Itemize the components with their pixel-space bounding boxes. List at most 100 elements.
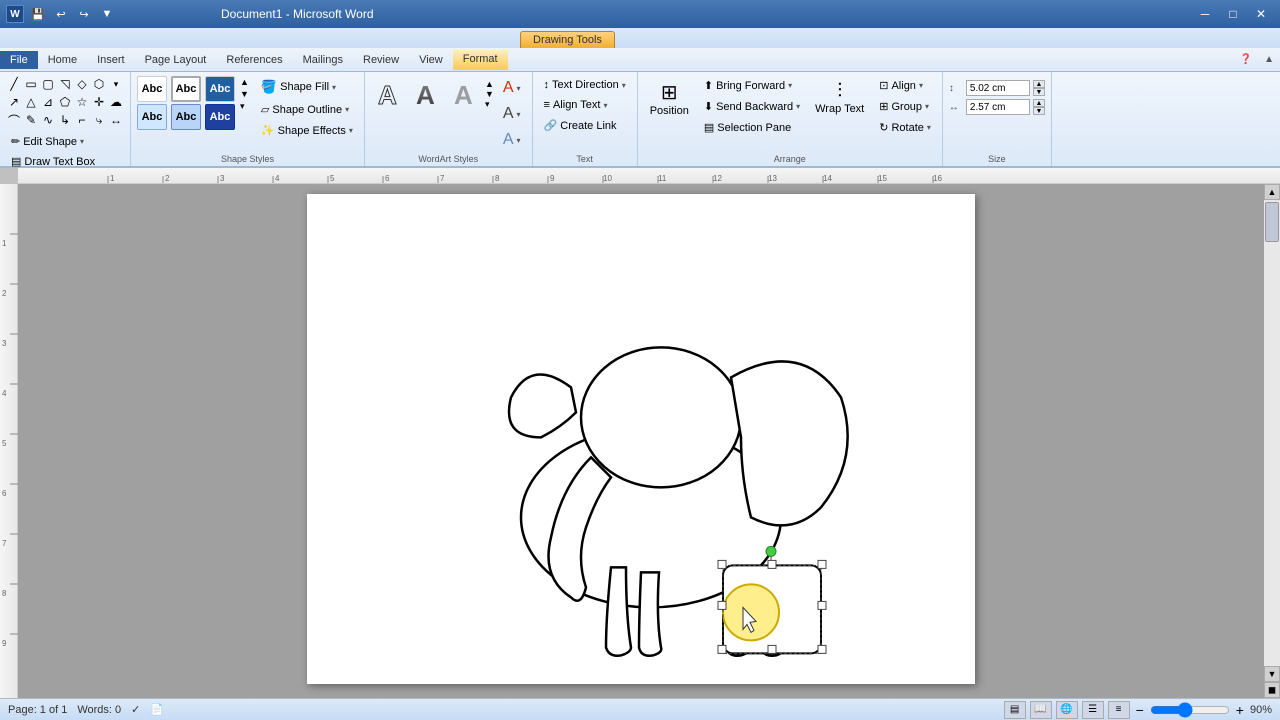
shape-snip-icon[interactable]: ◹ [57,76,73,92]
minimize-button[interactable]: ─ [1192,5,1218,23]
shape-diamond-icon[interactable]: ◇ [74,76,90,92]
wordart-scroll-up[interactable]: ▲ [485,79,494,89]
bring-forward-button[interactable]: ⬆ Bring Forward ▾ [699,76,805,95]
align-text-button[interactable]: ≡ Align Text ▾ [539,96,631,114]
customize-qa-button[interactable]: ▼ [97,5,117,23]
shape-rounded-rect-icon[interactable]: ▢ [40,76,56,92]
send-backward-button[interactable]: ⬇ Send Backward ▾ [699,97,805,116]
shape-star-icon[interactable]: ☆ [74,94,90,110]
proofing-icon[interactable]: ✓ [131,703,140,716]
menu-page-layout[interactable]: Page Layout [135,51,217,69]
shape-elbow-icon[interactable]: ⌐ [74,112,90,128]
text-effects-dropdown[interactable]: ▾ [517,136,521,145]
scroll-track[interactable] [1264,200,1280,666]
wrap-text-button[interactable]: ⫶ Wrap Text [809,76,870,119]
zoom-out-button[interactable]: − [1134,702,1146,718]
save-qa-button[interactable]: 💾 [28,5,48,23]
shape-more-icon[interactable]: ▾ [108,76,124,92]
draft-button[interactable]: ≡ [1108,701,1130,719]
scroll-thumb[interactable] [1265,202,1279,242]
edit-shape-dropdown-icon[interactable]: ▾ [80,137,84,146]
redo-qa-button[interactable]: ↪ [74,5,94,23]
shape-outline-button[interactable]: ▱ Shape Outline ▾ [256,100,358,119]
text-fill-dropdown[interactable]: ▾ [517,84,521,93]
style-swatch-6[interactable]: Abc [205,104,235,130]
shape-dbl-arrow-icon[interactable]: ↔ [108,112,124,128]
text-direction-dropdown[interactable]: ▾ [622,81,626,90]
shape-arrow-icon[interactable]: ↗ [6,94,22,110]
shape-fill-button[interactable]: 🪣 Shape Fill ▾ [256,76,358,98]
style-swatch-2[interactable]: Abc [171,76,201,102]
corner-scroll-button[interactable]: ◼ [1264,682,1280,698]
group-button[interactable]: ⊞ Group ▾ [874,97,936,116]
text-direction-button[interactable]: ↕ Text Direction ▾ [539,76,631,94]
close-button[interactable]: ✕ [1248,5,1274,23]
zoom-in-button[interactable]: + [1234,702,1246,718]
scroll-up-button[interactable]: ▲ [1264,184,1280,200]
drawing-tools-tab[interactable]: Drawing Tools [520,31,615,48]
ribbon-minimize-button[interactable]: ▲ [1258,51,1280,68]
shape-scribble-icon[interactable]: ∿ [40,112,56,128]
shape-effects-dropdown[interactable]: ▾ [349,126,353,135]
shape-effects-button[interactable]: ✨ Shape Effects ▾ [256,121,358,140]
shape-connector-icon[interactable]: ⤷ [91,112,107,128]
menu-home[interactable]: Home [38,51,87,69]
shape-outline-dropdown[interactable]: ▾ [345,105,349,114]
full-reading-button[interactable]: 📖 [1030,701,1052,719]
menu-review[interactable]: Review [353,51,409,69]
shape-cross-icon[interactable]: ✛ [91,94,107,110]
shape-rtri-icon[interactable]: ⊿ [40,94,56,110]
shape-cylinder-icon[interactable]: ⬡ [91,76,107,92]
menu-format[interactable]: Format [453,50,508,70]
rotate-dropdown[interactable]: ▾ [927,123,931,132]
align-text-dropdown[interactable]: ▾ [603,101,607,110]
text-outline-dropdown[interactable]: ▾ [517,110,521,119]
style-swatch-5[interactable]: Abc [171,104,201,130]
style-swatch-3[interactable]: Abc [205,76,235,102]
group-dropdown[interactable]: ▾ [925,102,929,111]
help-button[interactable]: ❓ [1234,51,1258,68]
shape-curve-icon[interactable]: ⌒ [6,112,22,128]
height-down-button[interactable]: ▼ [1033,88,1045,96]
wordart-scroll-down[interactable]: ▼ [485,89,494,99]
outline-button[interactable]: ☰ [1082,701,1104,719]
height-up-button[interactable]: ▲ [1033,80,1045,88]
text-fill-button[interactable]: A ▾ [498,76,526,100]
selection-pane-button[interactable]: ▤ Selection Pane [699,118,805,137]
text-outline-button[interactable]: A ▾ [498,102,526,126]
style-swatch-1[interactable]: Abc [137,76,167,102]
wordart-style-1[interactable]: A [371,76,407,112]
print-layout-button[interactable]: ▤ [1004,701,1026,719]
shape-cloud-icon[interactable]: ☁ [108,94,124,110]
menu-view[interactable]: View [409,51,453,69]
shape-fill-dropdown[interactable]: ▾ [332,83,336,92]
undo-qa-button[interactable]: ↩ [51,5,71,23]
document-icon[interactable]: 📄 [150,703,164,716]
send-backward-dropdown[interactable]: ▾ [796,102,800,111]
align-dropdown[interactable]: ▾ [919,81,923,90]
style-scroll-down[interactable]: ▼ [239,88,250,100]
align-button[interactable]: ⊡ Align ▾ [874,76,936,95]
menu-references[interactable]: References [216,51,292,69]
width-up-button[interactable]: ▲ [1033,99,1045,107]
position-button[interactable]: ⊞ Position [644,76,695,121]
create-link-button[interactable]: 🔗 Create Link [539,116,631,135]
style-scroll-up[interactable]: ▲ [239,76,250,88]
shape-bend-icon[interactable]: ↳ [57,112,73,128]
shape-rect-icon[interactable]: ▭ [23,76,39,92]
width-down-button[interactable]: ▼ [1033,107,1045,115]
rotate-button[interactable]: ↻ Rotate ▾ [874,118,936,137]
wordart-style-2[interactable]: A [409,76,445,112]
shape-freeform-icon[interactable]: ✎ [23,112,39,128]
shape-pentagon-icon[interactable]: ⬠ [57,94,73,110]
wordart-style-3[interactable]: A [447,76,483,112]
shape-line-icon[interactable]: ╱ [6,76,22,92]
text-effects-button[interactable]: A ▾ [498,128,526,152]
menu-file[interactable]: File [0,51,38,69]
restore-button[interactable]: □ [1220,5,1246,23]
edit-shape-button[interactable]: ✏ Edit Shape ▾ [6,132,124,151]
width-input[interactable] [966,99,1030,115]
web-layout-button[interactable]: 🌐 [1056,701,1078,719]
scroll-down-button[interactable]: ▼ [1264,666,1280,682]
bring-forward-dropdown[interactable]: ▾ [788,81,792,90]
